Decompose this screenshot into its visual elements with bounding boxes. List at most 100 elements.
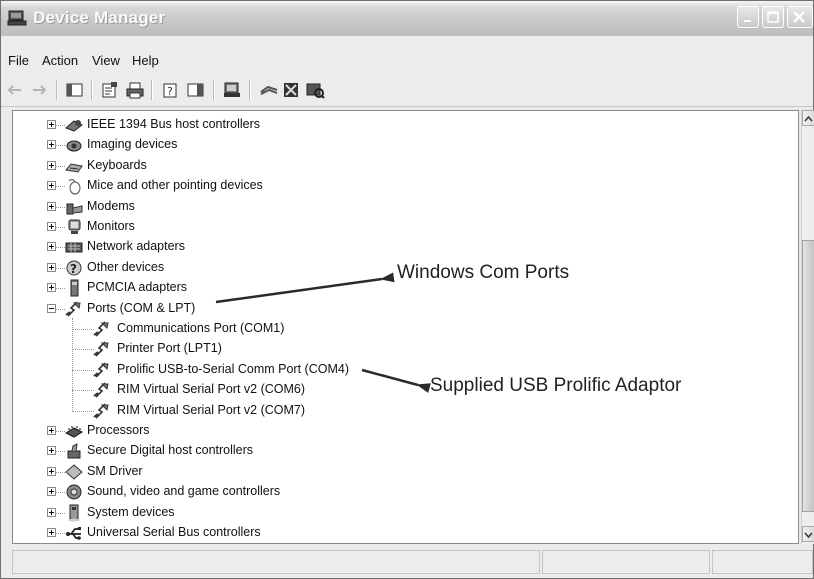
port-icon [93, 362, 109, 378]
expand-button[interactable] [47, 283, 56, 293]
back-icon[interactable] [5, 81, 25, 99]
status-bar [12, 550, 813, 576]
tree-category-row[interactable]: Ports (COM & LPT) [13, 299, 793, 319]
tree-category-row[interactable]: Keyboards [13, 156, 793, 176]
tree-category-row[interactable]: Modems [13, 197, 793, 217]
svg-text:?: ? [70, 262, 77, 276]
collapse-button[interactable] [47, 303, 56, 313]
expand-button[interactable] [47, 507, 56, 517]
tree-item-label: System devices [87, 504, 175, 519]
scan-hardware-icon[interactable] [305, 81, 325, 99]
minimize-button[interactable] [737, 6, 759, 28]
tree-child-row[interactable]: Printer Port (LPT1) [13, 339, 793, 359]
tree-item-label: IEEE 1394 Bus host controllers [87, 117, 261, 131]
tree-item-label: Universal Serial Bus controllers [87, 525, 261, 539]
disable-icon[interactable] [282, 81, 302, 99]
expand-button[interactable] [47, 222, 56, 231]
tree-connector [56, 125, 65, 127]
title-bar[interactable]: Device Manager [1, 1, 813, 36]
menu-file[interactable]: File [8, 53, 29, 68]
tree-connector [72, 369, 94, 372]
annotation-usb-adaptor: Supplied USB Prolific Adaptor [430, 375, 682, 396]
expand-button[interactable] [47, 140, 56, 150]
tree-connector [72, 410, 94, 413]
expand-button[interactable] [47, 201, 56, 211]
network-adapter-icon [65, 242, 83, 253]
tree-category-row[interactable]: SM Driver [13, 462, 793, 482]
tree-item-label: Prolific USB-to-Serial Comm Port (COM4) [117, 361, 349, 376]
menu-action[interactable]: Action [42, 53, 78, 68]
forward-icon[interactable] [29, 81, 49, 99]
tree-connector [56, 247, 65, 249]
maximize-icon [767, 11, 779, 23]
port-icon [93, 321, 109, 337]
tree-item-label: Communications Port (COM1) [117, 321, 285, 335]
tree-category-row[interactable]: IEEE 1394 Bus host controllers [13, 115, 793, 135]
maximize-button[interactable] [762, 6, 784, 28]
tree-item-label: PCMCIA adapters [87, 280, 188, 295]
tree-category-row[interactable]: Secure Digital host controllers [13, 441, 793, 461]
tree-item-label: Keyboards [87, 157, 147, 172]
tree-connector [56, 165, 65, 168]
toolbar-separator [151, 80, 153, 100]
tree-category-row[interactable]: Network adapters [13, 237, 793, 257]
expand-button[interactable] [47, 181, 56, 191]
tree-category-row[interactable]: System devices [13, 503, 793, 523]
toolbar-separator [91, 80, 93, 100]
camera-icon [66, 140, 82, 152]
menu-bar: File Action View Help [1, 36, 813, 75]
scroll-thumb[interactable] [802, 240, 814, 512]
show-hide-console-tree-icon[interactable] [65, 81, 85, 99]
toolbar-separator [213, 80, 215, 100]
menu-view[interactable]: View [92, 53, 120, 68]
tree-connector [56, 471, 65, 474]
port-icon [93, 341, 109, 357]
tree-item-label: Mice and other pointing devices [87, 178, 263, 193]
sm-driver-icon [65, 464, 83, 480]
tree-item-label: Modems [87, 198, 135, 213]
keyboard-icon [65, 163, 83, 173]
scroll-up-button[interactable] [802, 110, 814, 126]
expand-button[interactable] [47, 242, 56, 252]
uninstall-icon[interactable] [259, 81, 279, 99]
tree-category-row[interactable]: Universal Serial Bus controllers [13, 523, 793, 543]
tree-category-row[interactable]: Processors [13, 421, 793, 441]
show-hide-action-pane-icon[interactable] [186, 81, 206, 99]
annotation-com-ports: Windows Com Ports [397, 262, 570, 283]
tree-item-label: RIM Virtual Serial Port v2 (COM7) [117, 402, 306, 417]
device-tree[interactable]: IEEE 1394 Bus host controllers Imaging de… [12, 110, 799, 544]
expand-button[interactable] [47, 160, 56, 170]
update-driver-icon[interactable] [223, 81, 243, 99]
tree-item-label: Secure Digital host controllers [87, 443, 254, 458]
toolbar-separator [56, 80, 58, 100]
expand-button[interactable] [47, 528, 56, 537]
tree-category-row[interactable]: Imaging devices [13, 135, 793, 155]
sound-icon [66, 484, 82, 500]
expand-button[interactable] [47, 120, 56, 129]
window-title: Device Manager [33, 8, 166, 27]
tree-child-row[interactable]: RIM Virtual Serial Port v2 (COM7) [13, 401, 793, 421]
tree-item-label: Network adapters [87, 239, 185, 254]
chevron-down-icon [804, 532, 813, 539]
expand-button[interactable] [47, 262, 56, 272]
expand-button[interactable] [47, 466, 56, 476]
system-devices-icon [68, 504, 80, 522]
print-icon[interactable] [125, 81, 145, 99]
tree-item-label: Ports (COM & LPT) [87, 300, 196, 315]
properties-icon[interactable] [100, 81, 120, 99]
tree-category-row[interactable]: Mice and other pointing devices [13, 176, 793, 196]
tree-connector [72, 349, 94, 351]
tree-category-row[interactable]: Monitors [13, 217, 793, 237]
tree-category-row[interactable]: Sound, video and game controllers [13, 482, 793, 502]
vertical-scrollbar[interactable] [801, 110, 814, 544]
minimize-icon [744, 20, 751, 22]
expand-button[interactable] [47, 446, 56, 456]
tree-child-row[interactable]: Communications Port (COM1) [13, 319, 793, 339]
help-icon[interactable]: ? [161, 81, 181, 99]
expand-button[interactable] [47, 426, 56, 435]
toolbar-separator [249, 80, 251, 100]
scroll-down-button[interactable] [802, 526, 814, 542]
menu-help[interactable]: Help [132, 53, 159, 68]
expand-button[interactable] [47, 487, 56, 497]
close-button[interactable] [787, 6, 813, 28]
